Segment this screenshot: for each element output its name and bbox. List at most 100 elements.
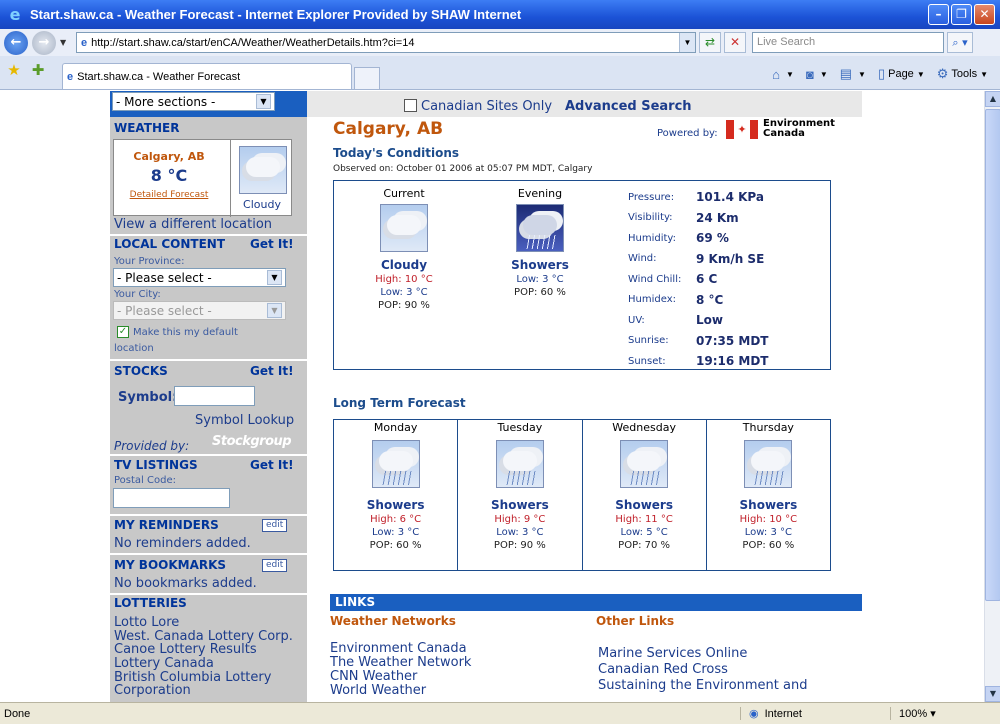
status-text: Done bbox=[4, 707, 31, 720]
lottery-link[interactable]: Lotto Lore bbox=[114, 615, 179, 630]
canadian-sites-checkbox[interactable] bbox=[404, 99, 417, 112]
other-links-heading: Other Links bbox=[596, 614, 675, 628]
bookmarks-edit-button[interactable]: edit bbox=[262, 559, 288, 572]
vertical-scrollbar[interactable]: ▲ ▼ bbox=[984, 91, 1000, 702]
window-title: Start.shaw.ca - Weather Forecast - Inter… bbox=[30, 7, 522, 22]
detail-label: Wind Chill: bbox=[628, 273, 682, 285]
detail-value: 19:16 MDT bbox=[696, 354, 769, 369]
feeds-button[interactable]: ◙ ▼ bbox=[806, 67, 828, 82]
tv-getit-link[interactable]: Get It! bbox=[250, 458, 294, 472]
stockgroup-logo[interactable]: Stockgroup bbox=[212, 434, 292, 449]
forecast-high: High: 10 °C bbox=[739, 514, 798, 525]
tab-weather-forecast[interactable]: e Start.shaw.ca - Weather Forecast bbox=[62, 63, 352, 89]
new-tab-button[interactable] bbox=[354, 67, 380, 89]
forecast-day-name: Thursday bbox=[742, 421, 794, 434]
zoom-level[interactable]: 100% ▾ bbox=[890, 707, 936, 720]
current-low: Low: 3 °C bbox=[380, 287, 428, 298]
more-sections-select[interactable]: - More sections - ▼ bbox=[112, 92, 275, 111]
scroll-up-arrow-icon[interactable]: ▲ bbox=[985, 91, 1000, 107]
address-field[interactable]: e http://start.shaw.ca/start/enCA/Weathe… bbox=[76, 32, 696, 53]
right-margin bbox=[862, 91, 984, 702]
detail-label: Pressure: bbox=[628, 191, 675, 203]
forecast-high: High: 11 °C bbox=[615, 514, 673, 525]
printer-icon: ▤ bbox=[839, 66, 853, 81]
tools-menu[interactable]: ⚙ Tools ▼ bbox=[937, 66, 988, 82]
forecast-pop: POP: 60 % bbox=[369, 540, 422, 551]
zone-label: Internet bbox=[764, 708, 802, 720]
stocks-getit-link[interactable]: Get It! bbox=[250, 364, 294, 378]
other-link[interactable]: Canadian Red Cross bbox=[598, 663, 728, 677]
divider bbox=[110, 593, 307, 595]
add-favorites-icon[interactable]: ✚ bbox=[28, 61, 48, 83]
globe-icon: ◉ bbox=[749, 708, 759, 720]
view-different-location-link[interactable]: View a different location bbox=[114, 217, 272, 232]
showers-night-icon bbox=[516, 204, 564, 252]
print-button[interactable]: ▤ ▼ bbox=[840, 66, 866, 82]
province-select[interactable]: - Please select - ▼ bbox=[113, 268, 286, 287]
gear-icon: ⚙ bbox=[936, 66, 949, 81]
advanced-search-link[interactable]: Advanced Search bbox=[565, 99, 692, 114]
history-dropdown-icon[interactable]: ▼ bbox=[60, 38, 70, 47]
lottery-link[interactable]: Lottery Canada bbox=[114, 656, 214, 671]
search-button[interactable]: ⌕ ▾ bbox=[947, 32, 973, 53]
environment-canada-logo[interactable]: Environment Canada bbox=[763, 119, 835, 139]
forward-button[interactable]: → bbox=[32, 30, 56, 55]
other-link[interactable]: Marine Services Online bbox=[598, 647, 747, 661]
maximize-button[interactable]: ❐ bbox=[951, 4, 972, 25]
detailed-forecast-link[interactable]: Detailed Forecast bbox=[114, 190, 224, 200]
scroll-down-arrow-icon[interactable]: ▼ bbox=[985, 686, 1000, 702]
lottery-link[interactable]: Canoe Lottery Results bbox=[114, 642, 257, 657]
local-getit-link[interactable]: Get It! bbox=[250, 237, 294, 251]
cloudy-icon bbox=[380, 204, 428, 252]
cloudy-icon bbox=[239, 146, 287, 194]
security-zone: ◉ Internet bbox=[740, 707, 890, 720]
weather-network-link[interactable]: The Weather Network bbox=[330, 656, 471, 670]
reminders-edit-button[interactable]: edit bbox=[262, 519, 288, 532]
page-menu-label: Page bbox=[888, 68, 914, 80]
province-label: Your Province: bbox=[114, 256, 185, 267]
lottery-link[interactable]: Corporation bbox=[114, 683, 191, 698]
ec-line-2: Canada bbox=[763, 128, 805, 139]
weather-heading: WEATHER bbox=[114, 121, 180, 135]
refresh-button[interactable]: ⇄ bbox=[699, 32, 721, 53]
bookmarks-empty-text: No bookmarks added. bbox=[114, 576, 257, 591]
weather-network-link[interactable]: Environment Canada bbox=[330, 642, 467, 656]
postal-code-input[interactable] bbox=[113, 488, 230, 508]
back-button[interactable]: ← bbox=[4, 30, 28, 55]
other-link[interactable]: Sustaining the Environment and bbox=[598, 679, 807, 693]
forecast-high: High: 9 °C bbox=[494, 514, 546, 525]
detail-label: Humidity: bbox=[628, 232, 676, 244]
scroll-thumb[interactable] bbox=[985, 109, 1000, 601]
weather-network-link[interactable]: CNN Weather bbox=[330, 670, 417, 684]
weather-network-link[interactable]: World Weather bbox=[330, 684, 426, 698]
symbol-lookup-link[interactable]: Symbol Lookup bbox=[195, 413, 294, 428]
address-dropdown-icon[interactable]: ▼ bbox=[679, 33, 695, 52]
rss-icon: ◙ bbox=[805, 66, 814, 82]
symbol-input[interactable] bbox=[174, 386, 255, 406]
city-select[interactable]: - Please select - ▼ bbox=[113, 301, 286, 320]
page-menu[interactable]: ▯ Page ▼ bbox=[878, 66, 925, 82]
address-text: http://start.shaw.ca/start/enCA/Weather/… bbox=[91, 36, 415, 49]
divider bbox=[110, 514, 307, 516]
close-button[interactable]: ✕ bbox=[974, 4, 995, 25]
evening-label: Evening bbox=[517, 187, 563, 200]
local-content-heading: LOCAL CONTENT bbox=[114, 237, 225, 251]
stop-button[interactable]: ✕ bbox=[724, 32, 746, 53]
divider bbox=[110, 359, 307, 361]
provided-by-label: Provided by: bbox=[114, 439, 190, 453]
divider bbox=[110, 454, 307, 456]
city-value: - Please select - bbox=[117, 303, 212, 318]
web-page: - More sections - ▼ WEATHER Calgary, AB … bbox=[0, 91, 984, 702]
forecast-pop: POP: 90 % bbox=[493, 540, 546, 551]
favorites-star-icon[interactable]: ★ bbox=[4, 61, 24, 83]
minimize-button[interactable]: – bbox=[928, 4, 949, 25]
lotteries-heading: LOTTERIES bbox=[114, 596, 187, 610]
links-heading: LINKS bbox=[330, 594, 862, 611]
live-search-input[interactable]: Live Search bbox=[752, 32, 944, 53]
default-location-checkbox[interactable]: ✓ bbox=[117, 326, 129, 338]
detail-value: 6 C bbox=[696, 272, 718, 287]
address-toolbar: ← → ▼ e http://start.shaw.ca/start/enCA/… bbox=[0, 29, 1000, 56]
home-button[interactable]: ⌂ ▼ bbox=[772, 67, 794, 82]
tab-bar: ★ ✚ e Start.shaw.ca - Weather Forecast ⌂… bbox=[0, 56, 1000, 90]
forecast-day: Tuesday Showers High: 9 °C Low: 3 °C POP… bbox=[458, 420, 583, 570]
